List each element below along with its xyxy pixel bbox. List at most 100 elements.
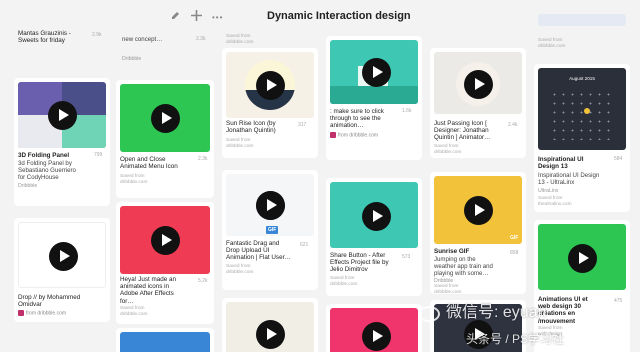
pin-title: Mantas Grauzinis - Sweets for friday [18,30,71,45]
pin-saved-from: Saved from dribbble.com [538,38,566,49]
play-icon[interactable] [256,71,285,100]
repin-count: 584 [614,156,623,162]
board-page: ••• Dynamic Interaction design Mantas Gr… [0,0,640,352]
play-icon[interactable] [48,101,77,130]
pin-saved-from: Saved from dribbble.com [120,306,148,317]
pin-image: August 2015 [538,68,626,150]
pin-card[interactable] [326,304,422,352]
pin-image [120,332,210,352]
play-icon[interactable] [151,226,180,255]
pin-saved-from: Saved from dribbble.com [226,34,254,45]
pin-saved-from: Saved from dribbble.com [120,174,148,185]
repin-count: 573 [402,254,411,260]
pin-source: UltraLinx [538,188,559,194]
pin-title: Sunrise GIF [434,248,470,255]
play-icon[interactable] [568,244,597,273]
pin-image [120,84,210,152]
pin-image [434,52,522,114]
pin-saved-from: Saved from dribbble.com [226,264,254,275]
pin-title: Share Button - After Effects Project fil… [330,252,389,274]
gif-badge: GIF [266,226,279,234]
repin-count: 5.2k [198,278,208,284]
pin-image [330,308,418,352]
pin-source: Dribbble [122,56,142,62]
play-icon[interactable] [464,196,493,225]
play-icon[interactable] [464,70,493,99]
pin-from-text: from dribbble.com [338,132,379,139]
pin-image [18,222,106,288]
pin-from: from dribbble.com [18,310,66,316]
repin-count: 621 [300,242,309,248]
pin-title: Fantastic Drag and Drop Upload UI Animat… [226,240,291,262]
pin-image [226,52,314,118]
pin-description: Inspirational UI Design 13 - UltraLinx [538,172,600,187]
pin-card[interactable]: new concept… Dribbble 2.3k [118,16,214,76]
pin-card[interactable] [222,298,318,352]
pin-title: Open and Close Animated Menu Icon [120,156,178,171]
pin-card[interactable]: Share Button - After Effects Project fil… [326,178,422,296]
pin-saved-from: Saved from dribbble.com [434,144,462,155]
pin-from: from dribbble.com [330,132,378,138]
watermark-line1: 微信号: eyuan [446,304,547,321]
pin-card[interactable]: August 2015 Inspirational UI Design 13 I… [534,64,630,212]
play-icon[interactable] [256,320,285,349]
pin-card[interactable]: 3D Folding Panel 3d Folding Panel by Seb… [14,78,110,206]
pin-title: Inspirational UI Design 13 [538,156,584,171]
pin-card[interactable]: GIF Sunrise GIF Jumping on the weather a… [430,172,526,295]
pin-image [538,14,626,26]
watermark-line2: 头条号 / PS学习社 [466,332,565,346]
pin-title: Heya! Just made an animated icons in Ado… [120,276,177,305]
pin-image [18,82,106,148]
pin-image [330,40,418,104]
pin-card[interactable]: Drop // by Mohammed Omidvar from dribbbl… [14,218,110,322]
pin-saved-from: Saved from theultralinx.com [538,196,572,207]
pin-image [538,224,626,290]
repin-count: 1.6k [402,108,412,114]
wechat-icon [418,306,440,322]
repin-count: 475 [614,298,623,304]
play-icon[interactable] [151,104,180,133]
pin-image: GIF [226,174,314,236]
pin-card[interactable]: Sun Rise Icon (by Jonathan Quintin) Save… [222,48,318,158]
pin-image [120,206,210,274]
play-icon[interactable] [256,191,285,220]
watermark-toutiao: 头条号 / PS学习社 [466,330,564,347]
pin-saved-from: Saved from dribbble.com [226,138,254,149]
play-icon[interactable] [362,58,391,87]
pin-description: new concept… [122,36,163,43]
pin-card[interactable]: : make sure to click through to see the … [326,36,422,160]
pin-source: Dribbble [18,183,38,189]
pin-card[interactable]: Saved from dribbble.com [222,14,318,45]
pin-image: GIF [434,176,522,244]
watermark-wechat: 微信号: eyuan [446,298,547,322]
pin-card[interactable]: Mantas Grauzinis - Sweets for friday 2.9… [14,18,110,58]
pin-title: 3D Folding Panel [18,152,70,159]
play-icon[interactable] [362,202,391,231]
play-icon[interactable] [49,242,78,271]
repin-count: 799 [94,152,103,158]
pin-card[interactable]: Just Passing Icon [ Designer: Jonathan Q… [430,48,526,158]
pin-title: : make sure to click through to see the … [330,108,384,130]
pin-card[interactable] [116,328,214,352]
pin-card[interactable]: GIF Fantastic Drag and Drop Upload UI An… [222,170,318,290]
pin-card[interactable]: Saved from dribbble.com [534,14,630,54]
pin-card[interactable]: Heya! Just made an animated icons in Ado… [116,202,214,324]
pin-title: Just Passing Icon [ Designer: Jonathan Q… [434,120,491,142]
pin-saved-from: Saved from dribbble.com [434,284,462,295]
play-icon[interactable] [362,322,391,351]
calendar-title: August 2015 [569,76,595,81]
pin-image [226,302,314,352]
repin-count: 858 [510,250,519,256]
repin-count: 2.9k [92,32,102,38]
repin-count: 317 [298,122,307,128]
repin-count: 2.3k [198,156,208,162]
pin-title: Drop // by Mohammed Omidvar [18,294,81,309]
pin-card[interactable]: Open and Close Animated Menu Icon Saved … [116,80,214,198]
pin-description: Jumping on the weather app train and pla… [434,256,493,278]
pin-image [330,182,418,248]
pin-description: 3d Folding Panel by Sebastiano Guerriero… [18,160,76,182]
repin-count: 2.4k [508,122,518,128]
pin-from-text: from dribbble.com [26,310,67,317]
gif-badge: GIF [510,235,519,241]
pin-saved-from: Saved from dribbble.com [330,276,358,287]
